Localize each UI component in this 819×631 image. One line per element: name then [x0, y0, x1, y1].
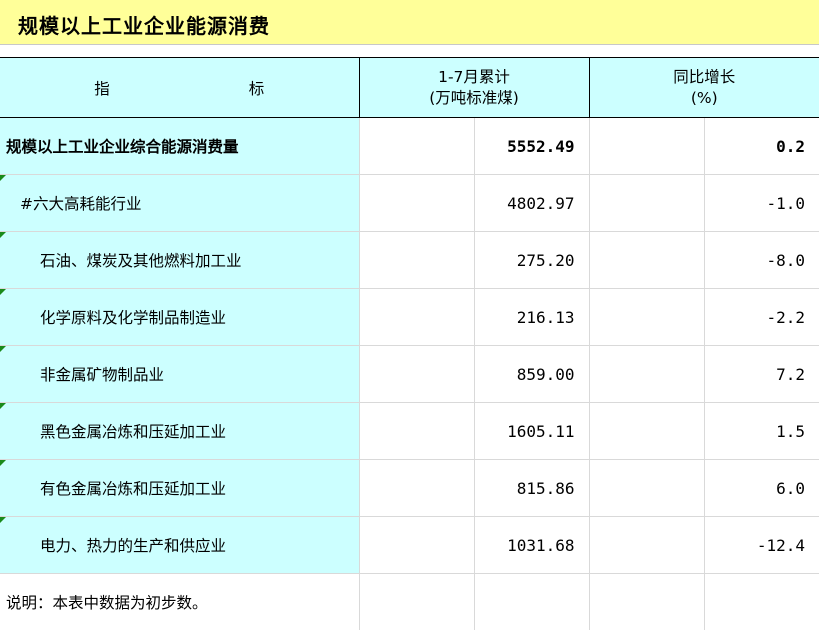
- empty-cell[interactable]: [588, 573, 705, 630]
- header-cumulative-line1: 1-7月累计: [438, 67, 510, 86]
- note-cell[interactable]: 说明：本表中数据为初步数。: [0, 573, 359, 630]
- empty-cell[interactable]: [358, 288, 474, 346]
- comment-marker-icon: [0, 517, 6, 523]
- growth-cell[interactable]: -1.0: [703, 174, 819, 232]
- table-row: 黑色金属冶炼和压延加工业 1605.11 1.5: [0, 402, 819, 460]
- table-row: 规模以上工业企业综合能源消费量 5552.49 0.2: [0, 117, 819, 175]
- table-row: 电力、热力的生产和供应业 1031.68 -12.4: [0, 516, 819, 574]
- table-row: 有色金属冶炼和压延加工业 815.86 6.0: [0, 459, 819, 517]
- empty-cell[interactable]: [358, 174, 474, 232]
- header-indicator-right: 标: [248, 79, 265, 98]
- header-indicator-left: 指: [94, 79, 110, 98]
- value-cell[interactable]: 859.00: [473, 345, 590, 403]
- value-cell[interactable]: 4802.97: [473, 174, 590, 232]
- growth-cell[interactable]: 1.5: [703, 402, 819, 460]
- comment-marker-icon: [0, 460, 6, 466]
- comment-marker-icon: [0, 403, 6, 409]
- row-name-cell[interactable]: 规模以上工业企业综合能源消费量: [0, 117, 359, 175]
- value-cell[interactable]: 275.20: [473, 231, 590, 289]
- empty-cell[interactable]: [358, 573, 474, 630]
- header-cumulative-line2: (万吨标准煤): [429, 88, 519, 107]
- comment-marker-icon: [0, 175, 6, 181]
- value-cell[interactable]: 1605.11: [473, 402, 590, 460]
- row-name: 有色金属冶炼和压延加工业: [40, 480, 227, 498]
- growth-cell[interactable]: 6.0: [703, 459, 819, 517]
- empty-cell[interactable]: [588, 459, 705, 517]
- value-cell[interactable]: 815.86: [473, 459, 590, 517]
- empty-cell[interactable]: [358, 231, 474, 289]
- empty-cell[interactable]: [473, 573, 590, 630]
- row-name-cell[interactable]: 有色金属冶炼和压延加工业: [0, 459, 359, 517]
- empty-cell[interactable]: [588, 516, 705, 574]
- note-text: 说明：本表中数据为初步数。: [6, 594, 208, 612]
- row-name: 电力、热力的生产和供应业: [40, 537, 227, 555]
- table-row: 化学原料及化学制品制造业 216.13 -2.2: [0, 288, 819, 346]
- table-row: #六大高耗能行业 4802.97 -1.0: [0, 174, 819, 232]
- empty-cell[interactable]: [358, 345, 474, 403]
- energy-table: 指 标 1-7月累计 (万吨标准煤) 同比增长 (%) 规模以上工业企业综合能源…: [0, 57, 819, 630]
- row-name-cell[interactable]: 化学原料及化学制品制造业: [0, 288, 359, 346]
- value-cell[interactable]: 216.13: [473, 288, 590, 346]
- empty-cell[interactable]: [588, 117, 705, 175]
- table-row: 石油、煤炭及其他燃料加工业 275.20 -8.0: [0, 231, 819, 289]
- growth-cell[interactable]: 7.2: [703, 345, 819, 403]
- growth-cell[interactable]: -12.4: [703, 516, 819, 574]
- note-row: 说明：本表中数据为初步数。: [0, 573, 819, 630]
- title-bar: 规模以上工业企业能源消费: [0, 0, 819, 45]
- comment-marker-icon: [0, 346, 6, 352]
- header-growth-cell[interactable]: 同比增长 (%): [589, 57, 819, 118]
- empty-cell[interactable]: [588, 231, 705, 289]
- row-name-cell[interactable]: 电力、热力的生产和供应业: [0, 516, 359, 574]
- row-name: 非金属矿物制品业: [40, 366, 165, 384]
- row-name: 黑色金属冶炼和压延加工业: [40, 423, 227, 441]
- sheet-title: 规模以上工业企业能源消费: [18, 14, 270, 38]
- value-cell[interactable]: 1031.68: [473, 516, 590, 574]
- comment-marker-icon: [0, 289, 6, 295]
- empty-cell[interactable]: [358, 459, 474, 517]
- row-name: 规模以上工业企业综合能源消费量: [6, 138, 239, 156]
- row-name: #六大高耗能行业: [20, 195, 142, 213]
- empty-cell[interactable]: [588, 288, 705, 346]
- row-name-cell[interactable]: 石油、煤炭及其他燃料加工业: [0, 231, 359, 289]
- row-name: 石油、煤炭及其他燃料加工业: [40, 252, 242, 270]
- empty-cell[interactable]: [358, 117, 474, 175]
- growth-cell[interactable]: -2.2: [703, 288, 819, 346]
- header-cumulative-cell[interactable]: 1-7月累计 (万吨标准煤): [359, 57, 590, 118]
- table-row: 非金属矿物制品业 859.00 7.2: [0, 345, 819, 403]
- header-growth-line1: 同比增长: [673, 67, 736, 86]
- value-cell[interactable]: 5552.49: [473, 117, 590, 175]
- empty-cell[interactable]: [703, 573, 819, 630]
- growth-cell[interactable]: 0.2: [703, 117, 819, 175]
- empty-cell[interactable]: [588, 402, 705, 460]
- header-row: 指 标 1-7月累计 (万吨标准煤) 同比增长 (%): [0, 57, 819, 118]
- row-name: 化学原料及化学制品制造业: [40, 309, 227, 327]
- comment-marker-icon: [0, 232, 6, 238]
- header-indicator-cell[interactable]: 指 标: [0, 57, 360, 118]
- empty-cell[interactable]: [588, 345, 705, 403]
- empty-cell[interactable]: [358, 402, 474, 460]
- row-name-cell[interactable]: #六大高耗能行业: [0, 174, 359, 232]
- row-name-cell[interactable]: 黑色金属冶炼和压延加工业: [0, 402, 359, 460]
- empty-cell[interactable]: [358, 516, 474, 574]
- row-name-cell[interactable]: 非金属矿物制品业: [0, 345, 359, 403]
- growth-cell[interactable]: -8.0: [703, 231, 819, 289]
- empty-cell[interactable]: [588, 174, 705, 232]
- header-growth-line2: (%): [690, 88, 718, 107]
